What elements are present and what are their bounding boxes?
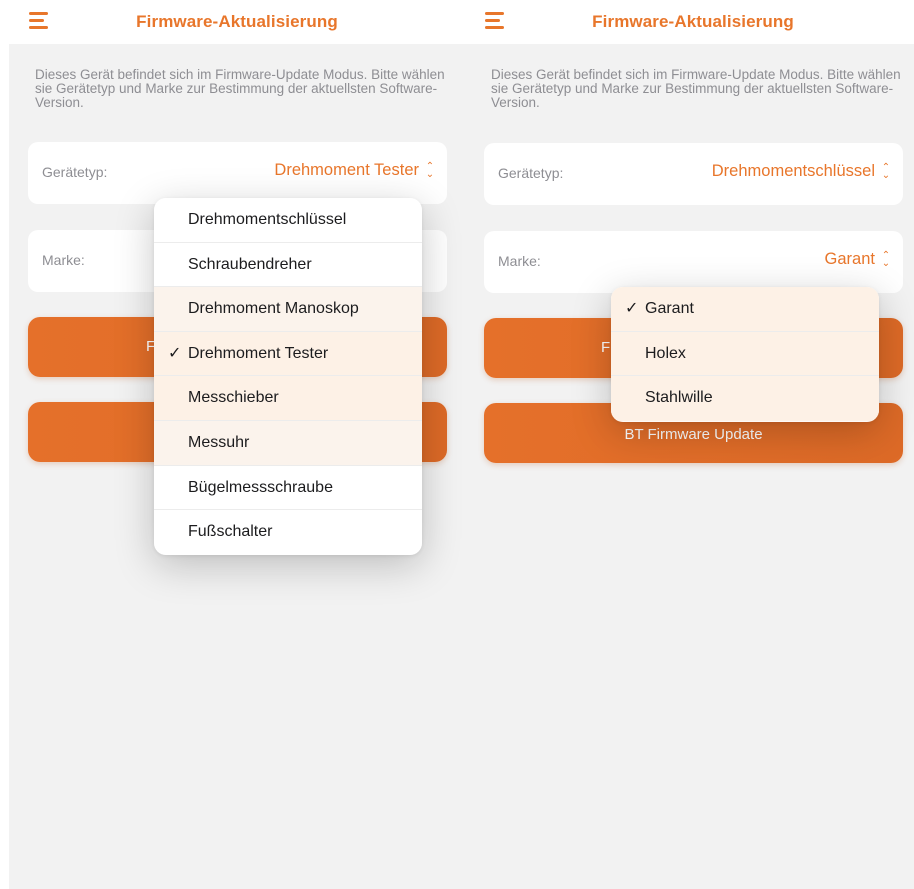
dropdown-item[interactable]: Schraubendreher (154, 243, 422, 288)
description-text: Dieses Gerät befindet sich im Firmware-U… (491, 67, 901, 110)
checkmark-icon: ✓ (625, 300, 639, 317)
bt-firmware-update-label: BT Firmware Update (624, 426, 763, 443)
device-type-selector[interactable]: Gerätetyp: Drehmoment Tester ⌃ ⌄ (28, 142, 447, 204)
description-text: Dieses Gerät befindet sich im Firmware-U… (35, 67, 445, 110)
dropdown-item[interactable]: Messchieber (154, 376, 422, 421)
left-bottom-area (9, 674, 465, 889)
dropdown-item-label: Bügelmessschraube (188, 478, 333, 496)
device-type-selector[interactable]: Gerätetyp: Drehmomentschlüssel ⌃ ⌄ (484, 143, 903, 205)
device-type-value[interactable]: Drehmoment Tester (274, 161, 419, 180)
firmware-button-label: F (601, 339, 611, 356)
dropdown-item-label: Holex (645, 344, 686, 362)
page-title: Firmware-Aktualisierung (136, 12, 338, 31)
dropdown-item[interactable]: Bügelmessschraube (154, 466, 422, 511)
brand-label: Marke: (498, 253, 541, 269)
brand-label: Marke: (42, 252, 85, 268)
dropdown-item-label: Drehmoment Manoskop (188, 300, 359, 318)
content-area: Dieses Gerät befindet sich im Firmware-U… (465, 44, 914, 889)
dropdown-item-selected[interactable]: ✓ Drehmoment Tester (154, 331, 422, 377)
dropdown-item-label: Drehmoment Tester (188, 344, 329, 362)
dropdown-item-label: Schraubendreher (188, 255, 312, 273)
dropdown-item[interactable]: Stahlwille (611, 376, 879, 421)
dropdown-item-label: Messuhr (188, 433, 250, 451)
brand-dropdown: ✓ Garant Holex Stahlwille (611, 287, 879, 422)
header: Firmware-Aktualisierung (465, 0, 914, 44)
device-type-label: Gerätetyp: (42, 164, 108, 180)
dropdown-item[interactable]: Fußschalter (154, 510, 422, 555)
dropdown-item[interactable]: Messuhr (154, 420, 422, 466)
device-type-label: Gerätetyp: (498, 165, 564, 181)
brand-selector[interactable]: Marke: Garant ⌃ ⌄ (484, 231, 903, 293)
dropdown-item[interactable]: Holex (611, 331, 879, 377)
dropdown-item[interactable]: Drehmoment Manoskop (154, 287, 422, 332)
device-type-value[interactable]: Drehmomentschlüssel (712, 162, 875, 181)
chevron-up-down-icon: ⌃ ⌄ (425, 161, 435, 180)
page-title: Firmware-Aktualisierung (592, 12, 794, 31)
dropdown-item-selected[interactable]: ✓ Garant (611, 287, 879, 332)
right-screen: Firmware-Aktualisierung Dieses Gerät bef… (465, 0, 914, 889)
dropdown-item-label: Fußschalter (188, 523, 273, 541)
chevron-up-down-icon: ⌃ ⌄ (881, 250, 891, 269)
dropdown-item-label: Drehmomentschlüssel (188, 211, 347, 228)
dropdown-item-label: Messchieber (188, 389, 279, 407)
chevron-up-down-icon: ⌃ ⌄ (881, 162, 891, 181)
dropdown-item-label: Garant (645, 300, 694, 317)
dropdown-item[interactable]: Drehmomentschlüssel (154, 198, 422, 243)
checkmark-icon: ✓ (168, 344, 182, 362)
brand-value[interactable]: Garant (825, 250, 875, 269)
dropdown-item-label: Stahlwille (645, 389, 713, 407)
device-type-dropdown: Drehmomentschlüssel Schraubendreher Dreh… (154, 198, 422, 555)
header: Firmware-Aktualisierung (9, 0, 465, 44)
